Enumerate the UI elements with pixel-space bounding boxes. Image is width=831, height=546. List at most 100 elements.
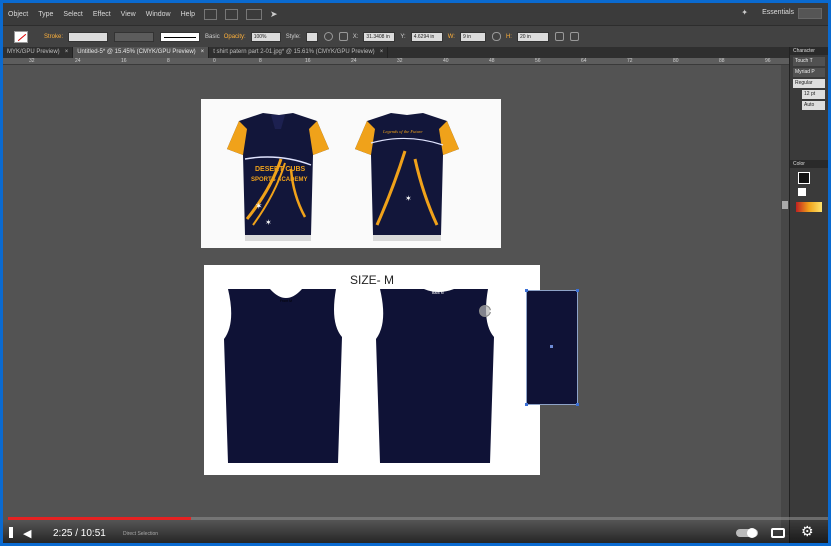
ruler-tick-label: 56 xyxy=(535,58,541,64)
anchor-handle[interactable] xyxy=(525,289,528,292)
front-shirt-text-2: SPORTS ACADEMY xyxy=(251,177,307,183)
color-spectrum[interactable] xyxy=(796,202,822,212)
tab-untitled-5[interactable]: Untitled-5* @ 15.45% (CMYK/GPU Preview) … xyxy=(73,47,210,58)
opacity-label[interactable]: Opacity: xyxy=(224,34,246,40)
menu-select[interactable]: Select xyxy=(58,11,87,18)
y-label: Y: xyxy=(400,33,406,40)
brush-style-label: Basic xyxy=(205,33,220,40)
leading-field[interactable]: Auto xyxy=(802,101,825,110)
menu-object[interactable]: Object xyxy=(3,11,33,18)
anchor-handle[interactable] xyxy=(576,289,579,292)
pen-cursor-icon: ✒ xyxy=(489,307,496,316)
status-text: Direct Selection xyxy=(123,531,159,537)
anchor-handle[interactable] xyxy=(525,403,528,406)
star-icon: ✶ xyxy=(405,194,412,203)
ruler-tick-label: 24 xyxy=(351,58,357,64)
y-position-field[interactable]: 4.6294 in xyxy=(410,31,443,42)
menu-view[interactable]: View xyxy=(116,11,141,18)
arrange-documents-icon[interactable] xyxy=(246,8,263,20)
anchor-handle[interactable] xyxy=(576,403,579,406)
brush-definition[interactable] xyxy=(160,31,201,42)
menu-help[interactable]: Help xyxy=(176,11,200,18)
fill-swatch[interactable] xyxy=(14,30,28,43)
x-position-field[interactable]: 31.3408 in xyxy=(363,31,396,42)
menu-bar: Object Type Select Effect View Window He… xyxy=(3,3,828,25)
front-template[interactable]: Front M xyxy=(224,289,342,463)
artboard[interactable]: SIZE- M Front M Back M xyxy=(204,265,540,475)
color-panel-title[interactable]: Color xyxy=(790,160,828,168)
send-icon[interactable]: ➤ xyxy=(270,9,278,20)
variable-width-profile[interactable] xyxy=(114,31,155,42)
tab-close-icon[interactable]: × xyxy=(380,47,384,58)
tab-t-shirt-patern[interactable]: t shirt patern part 2-01.jpg* @ 15.61% (… xyxy=(209,47,389,58)
sync-icon[interactable]: ✦ xyxy=(741,8,748,17)
width-field[interactable]: 9 in xyxy=(459,31,486,42)
height-field[interactable]: 20 in xyxy=(516,31,549,42)
menu-type[interactable]: Type xyxy=(33,11,58,18)
ruler-tick-label: 24 xyxy=(75,58,81,64)
font-size-field[interactable]: 12 pt xyxy=(802,90,825,99)
transform-icon[interactable] xyxy=(554,32,564,41)
star-icon: ✶ xyxy=(265,218,272,227)
front-size-tag: Front M xyxy=(280,299,292,303)
front-shirt-photo: DESERT CUBS SPORTS ACADEMY ✶ ✶ xyxy=(227,113,329,241)
touch-type-tool[interactable]: Touch T xyxy=(793,57,825,66)
isolate-icon[interactable] xyxy=(569,32,579,41)
recolor-icon[interactable] xyxy=(323,32,333,41)
autoplay-toggle[interactable] xyxy=(736,528,758,538)
gear-icon[interactable]: ⚙ xyxy=(801,523,814,540)
graphic-style-swatch[interactable] xyxy=(305,31,318,42)
illustrator-window: Object Type Select Effect View Window He… xyxy=(3,3,828,543)
back-shirt-text: Legends of the Future xyxy=(382,129,422,134)
tab-myk-preview[interactable]: MYK/GPU Preview) × xyxy=(3,47,74,58)
front-shirt-text-1: DESERT CUBS xyxy=(255,166,306,173)
character-panel-title[interactable]: Character xyxy=(790,47,828,55)
w-label: W: xyxy=(447,33,455,40)
video-progress-bar[interactable] xyxy=(8,517,828,520)
play-icon[interactable] xyxy=(9,527,13,538)
shirt-templates: Front M Back M xyxy=(224,289,494,463)
tab-label: MYK/GPU Preview) xyxy=(7,49,60,55)
stock-icon[interactable] xyxy=(225,8,239,20)
workspace-switcher[interactable]: Essentials xyxy=(762,9,794,16)
x-label: X: xyxy=(352,33,359,40)
shirt-photo[interactable]: DESERT CUBS SPORTS ACADEMY ✶ ✶ Legends o… xyxy=(201,99,501,248)
time-display: 2:25 / 10:51 xyxy=(53,528,106,539)
tab-close-icon[interactable]: × xyxy=(65,47,69,58)
font-family-field[interactable]: Myriad P xyxy=(793,68,825,77)
link-proportions-icon[interactable] xyxy=(491,32,501,41)
back-shirt-photo: Legends of the Future ✶ xyxy=(355,113,459,241)
ruler-tick-label: 80 xyxy=(673,58,679,64)
opacity-field[interactable]: 100% xyxy=(250,31,281,42)
tab-label: Untitled-5* @ 15.45% (CMYK/GPU Preview) xyxy=(77,49,196,55)
fill-dropdown-icon[interactable] xyxy=(34,32,39,41)
ruler-tick-label: 64 xyxy=(581,58,587,64)
stroke-label: Stroke: xyxy=(44,33,64,40)
stroke-weight-field[interactable] xyxy=(68,31,109,42)
none-swatch[interactable] xyxy=(798,188,806,196)
options-menu-icon[interactable] xyxy=(585,32,594,41)
tab-close-icon[interactable]: × xyxy=(201,47,205,58)
font-style-field[interactable]: Regular xyxy=(793,79,825,88)
ruler-tick-label: 40 xyxy=(443,58,449,64)
captions-icon[interactable] xyxy=(771,528,785,538)
ruler-tick-label: 48 xyxy=(489,58,495,64)
ruler-tick-label: 32 xyxy=(29,58,35,64)
shirt-photo-graphic: DESERT CUBS SPORTS ACADEMY ✶ ✶ Legends o… xyxy=(227,113,459,241)
document-tabs: MYK/GPU Preview) × Untitled-5* @ 15.45% … xyxy=(3,47,789,58)
selected-sleeve-rectangle[interactable] xyxy=(525,289,579,406)
volume-icon[interactable]: ◀ xyxy=(23,527,31,540)
back-template[interactable]: Back M xyxy=(376,289,494,463)
ruler-tick-label: 0 xyxy=(213,58,216,64)
scroll-thumb[interactable] xyxy=(782,201,788,209)
horizontal-ruler[interactable]: 32 24 16 8 0 8 16 24 32 40 48 56 64 72 80 88 96 xyxy=(3,58,789,65)
align-icon[interactable] xyxy=(338,32,348,41)
menu-window[interactable]: Window xyxy=(141,11,176,18)
center-point xyxy=(550,345,553,348)
bridge-icon[interactable] xyxy=(204,8,218,20)
search-input[interactable] xyxy=(798,8,822,19)
menu-effect[interactable]: Effect xyxy=(88,11,116,18)
fill-stroke-swatch[interactable] xyxy=(798,172,810,184)
vertical-scrollbar[interactable] xyxy=(781,65,789,535)
ruler-tick-label: 72 xyxy=(627,58,633,64)
